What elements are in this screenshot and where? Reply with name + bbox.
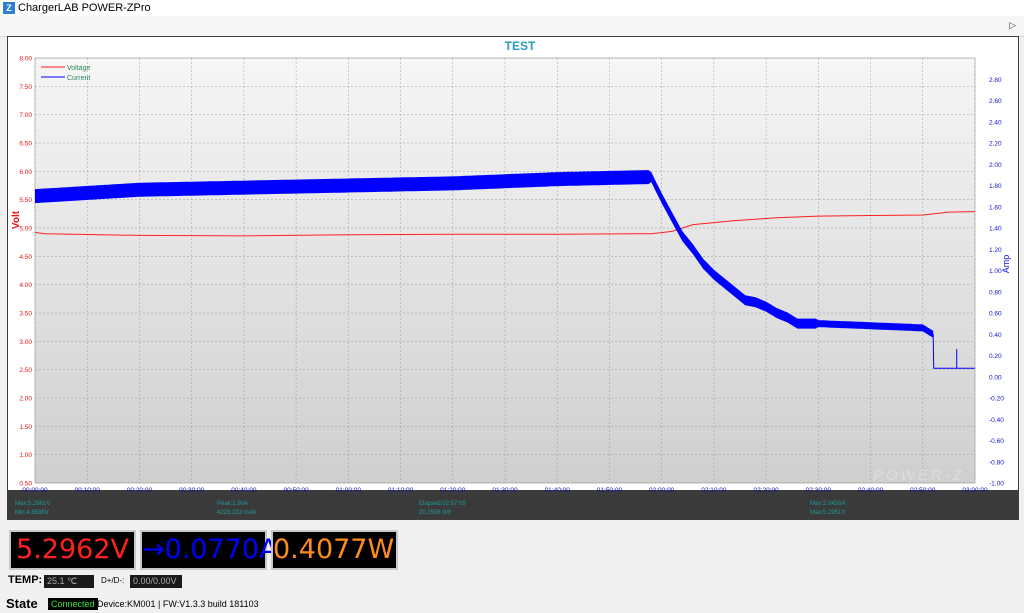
x-tick-label: 03:00:00 [962,487,988,494]
x-tick-label: 00:00:00 [22,487,48,494]
power-readout: 0.4077W [271,530,398,570]
info-vmax: Max:5.2961V [15,501,50,507]
x-tick-label: 00:10:00 [75,487,101,494]
x-tick-label: 01:20:00 [440,487,466,494]
y2-tick-label: -0.40 [989,417,1004,424]
info-vmax2: Max:5.2951V [810,510,845,516]
device-id: Device:KM001 [97,599,156,609]
y2-tick-label: 2.60 [989,98,1002,105]
y-tick-label: 2.50 [19,367,32,374]
y2-tick-label: 1.20 [989,247,1002,254]
y-tick-label: 5.50 [19,197,32,204]
x-tick-label: 02:40:00 [858,487,884,494]
x-tick-label: 02:30:00 [806,487,832,494]
y-tick-label: 4.50 [19,254,32,261]
y2-tick-label: 0.00 [989,374,1002,381]
x-tick-label: 01:30:00 [492,487,518,494]
info-elapsed: Elapsed:02:57:09 [419,501,466,507]
legend-current-label: Current [67,75,90,82]
y-tick-label: 1.50 [19,424,32,431]
temp-row: TEMP: 25.1 ℃ D+/D-: 0.00/0.00V [0,572,1024,590]
info-vmin: Min:4.8585V [15,510,49,516]
expand-arrow-icon[interactable]: ▷ [1009,20,1016,31]
dpdm-label: D+/D-: [101,576,125,585]
y2-tick-label: 2.80 [989,77,1002,84]
y2-tick-label: 1.60 [989,204,1002,211]
x-tick-label: 00:50:00 [283,487,309,494]
y-tick-label: 7.00 [19,112,32,119]
dpdm-value: 0.00/0.00V [130,575,182,588]
y-tick-label: 8.00 [19,56,32,63]
x-tick-label: 00:20:00 [127,487,153,494]
status-bar: State Connected Device:KM001 | FW:V1.3.3… [0,594,1024,613]
y2-tick-label: 0.20 [989,353,1002,360]
temp-value: 25.1 ℃ [44,575,94,588]
connection-status-badge: Connected [48,598,98,610]
chart-title: TEST [505,39,536,53]
x-tick-label: 01:10:00 [388,487,414,494]
info-energy: 20.3506 Wh [419,510,451,516]
y2-tick-label: 0.80 [989,289,1002,296]
y2-tick-label: 2.00 [989,162,1002,169]
y2-tick-label: 1.40 [989,226,1002,233]
info-capacity: 4228.233 mAh [217,510,256,516]
y2-tick-label: 0.60 [989,311,1002,318]
y2-tick-label: -0.80 [989,459,1004,466]
device-info: Device:KM001 | FW:V1.3.3 build 181103 [97,599,259,609]
y2-tick-label: 0.40 [989,332,1002,339]
y-tick-label: 3.50 [19,311,32,318]
window-title: ChargerLAB POWER-ZPro [18,2,151,14]
chart-frame: TEST 0.50 1.00 1.50 2.00 2.50 3.00 3.50 4.00 4.5… [7,36,1019,520]
watermark: POWER-Z [873,467,965,484]
current-readout: →0.0770A [140,530,278,570]
x-tick-label: 02:00:00 [649,487,675,494]
y-tick-label: 2.00 [19,396,32,403]
toolbar: ▷ [0,16,1024,37]
x-tick-label: 01:00:00 [336,487,362,494]
y2-tick-label: 2.40 [989,119,1002,126]
y2-tick-label: -1.00 [989,481,1004,488]
legend-voltage-label: Voltage [67,65,90,72]
firmware-version: | FW:V1.3.3 build 181103 [158,599,259,609]
info-amax: Max:2.0456A [810,501,845,507]
y2-tick-label: -0.60 [989,438,1004,445]
chart-svg[interactable]: TEST 0.501.001.502.002.503.003.504.004.5… [7,36,1019,520]
temp-label: TEMP: [8,574,43,586]
state-label: State [6,596,38,611]
y2-axis-label: Amp [1001,255,1011,274]
title-bar: Z ChargerLAB POWER-ZPro [0,0,1024,16]
y-tick-label: 3.00 [19,339,32,346]
voltage-readout: 5.2962V [9,530,136,570]
x-tick-label: 00:30:00 [179,487,205,494]
y-tick-label: 7.50 [19,84,32,91]
app-logo-icon: Z [3,2,15,14]
y-tick-label: 1.00 [19,452,32,459]
x-tick-label: 02:10:00 [701,487,727,494]
x-tick-label: 01:50:00 [597,487,623,494]
x-tick-label: 00:40:00 [231,487,257,494]
y2-tick-label: -0.20 [989,396,1004,403]
readouts-panel: 5.2962V →0.0770A 0.4077W [0,523,1024,579]
x-tick-label: 02:50:00 [910,487,936,494]
x-tick-label: 02:20:00 [753,487,779,494]
info-bar-background [8,495,1018,519]
x-tick-label: 01:40:00 [545,487,571,494]
y-axis-label: Volt [11,210,22,229]
y-tick-label: 6.00 [19,169,32,176]
y-tick-label: 4.00 [19,282,32,289]
y-tick-label: 6.50 [19,141,32,148]
y2-tick-label: 2.20 [989,141,1002,148]
y2-tick-label: 1.80 [989,183,1002,190]
info-peak: Peak:1.90A [217,501,248,507]
